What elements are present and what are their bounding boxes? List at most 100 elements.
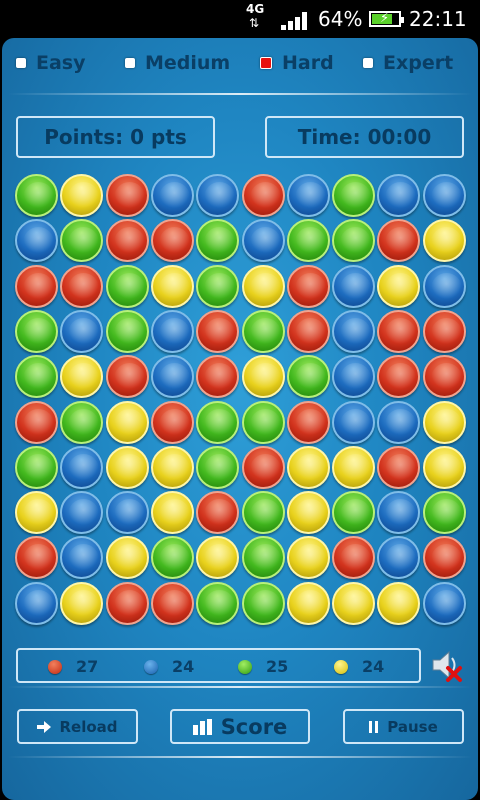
yellow-ball[interactable] (150, 491, 194, 535)
speaker-muted-icon[interactable] (430, 648, 466, 682)
red-ball[interactable] (150, 400, 194, 444)
green-ball[interactable] (15, 355, 58, 399)
red-ball[interactable] (196, 491, 240, 535)
yellow-ball[interactable] (377, 264, 421, 308)
red-ball[interactable] (196, 309, 240, 353)
blue-ball[interactable] (60, 536, 104, 580)
yellow-ball[interactable] (105, 536, 149, 580)
yellow-ball[interactable] (60, 581, 104, 625)
checkbox-easy[interactable] (16, 58, 26, 68)
green-ball[interactable] (332, 491, 376, 535)
red-ball[interactable] (196, 355, 240, 399)
yellow-ball[interactable] (60, 174, 104, 217)
red-ball[interactable] (15, 536, 58, 580)
blue-ball[interactable] (60, 309, 104, 353)
green-ball[interactable] (241, 581, 285, 625)
red-ball[interactable] (422, 536, 466, 580)
yellow-ball[interactable] (60, 355, 104, 399)
blue-ball[interactable] (332, 264, 376, 308)
red-ball[interactable] (15, 264, 58, 308)
red-ball[interactable] (150, 219, 194, 263)
blue-ball[interactable] (422, 264, 466, 308)
green-ball[interactable] (241, 491, 285, 535)
red-ball[interactable] (377, 309, 421, 353)
yellow-ball[interactable] (422, 400, 466, 444)
red-ball[interactable] (15, 400, 58, 444)
blue-ball[interactable] (241, 219, 285, 263)
difficulty-medium[interactable]: Medium (125, 52, 230, 74)
yellow-ball[interactable] (286, 445, 330, 489)
red-ball[interactable] (332, 536, 376, 580)
blue-ball[interactable] (150, 174, 194, 217)
red-ball[interactable] (60, 264, 104, 308)
green-ball[interactable] (332, 219, 376, 263)
green-ball[interactable] (105, 264, 149, 308)
checkbox-medium[interactable] (125, 58, 135, 68)
red-ball[interactable] (422, 355, 466, 399)
green-ball[interactable] (422, 491, 466, 535)
blue-ball[interactable] (332, 400, 376, 444)
green-ball[interactable] (286, 355, 330, 399)
yellow-ball[interactable] (105, 400, 149, 444)
blue-ball[interactable] (377, 400, 421, 444)
yellow-ball[interactable] (15, 491, 58, 535)
green-ball[interactable] (150, 536, 194, 580)
red-ball[interactable] (422, 309, 466, 353)
difficulty-easy[interactable]: Easy (16, 52, 86, 74)
green-ball[interactable] (60, 219, 104, 263)
blue-ball[interactable] (286, 174, 330, 217)
red-ball[interactable] (105, 355, 149, 399)
blue-ball[interactable] (377, 536, 421, 580)
blue-ball[interactable] (196, 174, 240, 217)
blue-ball[interactable] (15, 581, 58, 625)
yellow-ball[interactable] (332, 445, 376, 489)
red-ball[interactable] (241, 174, 285, 217)
blue-ball[interactable] (60, 491, 104, 535)
checkbox-expert[interactable] (363, 58, 373, 68)
blue-ball[interactable] (150, 355, 194, 399)
green-ball[interactable] (196, 264, 240, 308)
green-ball[interactable] (241, 309, 285, 353)
green-ball[interactable] (105, 309, 149, 353)
red-ball[interactable] (286, 264, 330, 308)
green-ball[interactable] (196, 581, 240, 625)
blue-ball[interactable] (150, 309, 194, 353)
red-ball[interactable] (286, 400, 330, 444)
yellow-ball[interactable] (286, 536, 330, 580)
yellow-ball[interactable] (286, 581, 330, 625)
checkbox-hard[interactable] (260, 57, 272, 69)
green-ball[interactable] (196, 400, 240, 444)
red-ball[interactable] (105, 174, 149, 217)
green-ball[interactable] (15, 174, 58, 217)
yellow-ball[interactable] (377, 581, 421, 625)
green-ball[interactable] (332, 174, 376, 217)
blue-ball[interactable] (60, 445, 104, 489)
green-ball[interactable] (15, 445, 58, 489)
green-ball[interactable] (15, 309, 58, 353)
yellow-ball[interactable] (422, 219, 466, 263)
pause-button[interactable]: Pause (343, 709, 464, 744)
yellow-ball[interactable] (150, 264, 194, 308)
red-ball[interactable] (377, 219, 421, 263)
blue-ball[interactable] (422, 581, 466, 625)
blue-ball[interactable] (332, 309, 376, 353)
yellow-ball[interactable] (422, 445, 466, 489)
red-ball[interactable] (286, 309, 330, 353)
yellow-ball[interactable] (105, 445, 149, 489)
score-button[interactable]: Score (170, 709, 310, 744)
red-ball[interactable] (241, 445, 285, 489)
red-ball[interactable] (105, 581, 149, 625)
blue-ball[interactable] (15, 219, 58, 263)
yellow-ball[interactable] (196, 536, 240, 580)
green-ball[interactable] (196, 219, 240, 263)
blue-ball[interactable] (377, 174, 421, 217)
red-ball[interactable] (377, 355, 421, 399)
difficulty-expert[interactable]: Expert (363, 52, 453, 74)
yellow-ball[interactable] (286, 491, 330, 535)
green-ball[interactable] (241, 400, 285, 444)
blue-ball[interactable] (332, 355, 376, 399)
red-ball[interactable] (150, 581, 194, 625)
blue-ball[interactable] (377, 491, 421, 535)
blue-ball[interactable] (105, 491, 149, 535)
yellow-ball[interactable] (241, 355, 285, 399)
